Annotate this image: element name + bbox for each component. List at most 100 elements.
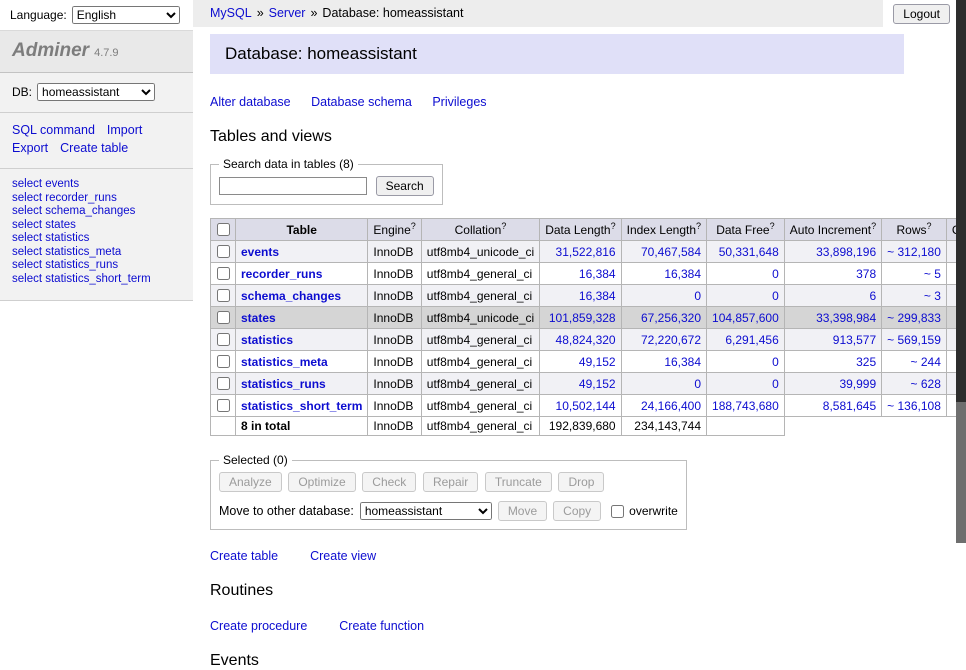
- search-input[interactable]: [219, 177, 367, 195]
- move-button[interactable]: Move: [498, 501, 547, 521]
- sidebar-item-select-recorder-runs[interactable]: select recorder_runs: [12, 192, 181, 206]
- table-name-link[interactable]: statistics: [241, 333, 293, 347]
- language-select[interactable]: English: [72, 6, 180, 24]
- table-name-link[interactable]: schema_changes: [241, 289, 341, 303]
- create-function-link[interactable]: Create function: [339, 619, 424, 633]
- help-icon[interactable]: ?: [501, 221, 506, 231]
- auto-increment-link[interactable]: 378: [856, 267, 876, 281]
- index-length-link[interactable]: 72,220,672: [641, 333, 701, 347]
- optimize-button[interactable]: Optimize: [288, 472, 355, 492]
- data-free-link[interactable]: 0: [772, 289, 779, 303]
- auto-increment-link[interactable]: 6: [869, 289, 876, 303]
- rows-count-link[interactable]: ~ 312,180: [887, 245, 941, 259]
- sidebar-item-select-events[interactable]: select events: [12, 178, 181, 192]
- breadcrumb-mysql-link[interactable]: MySQL: [210, 6, 252, 20]
- database-schema-link[interactable]: Database schema: [311, 95, 412, 109]
- help-icon[interactable]: ?: [927, 221, 932, 231]
- table-name-link[interactable]: statistics_short_term: [241, 399, 362, 413]
- create-table-link-main[interactable]: Create table: [210, 549, 278, 563]
- data-free-link[interactable]: 0: [772, 267, 779, 281]
- data-length-link[interactable]: 48,824,320: [556, 333, 616, 347]
- column-header-table[interactable]: Table: [236, 219, 368, 241]
- privileges-link[interactable]: Privileges: [432, 95, 486, 109]
- index-length-link[interactable]: 67,256,320: [641, 311, 701, 325]
- row-checkbox[interactable]: [217, 245, 230, 258]
- data-free-link[interactable]: 0: [772, 355, 779, 369]
- auto-increment-link[interactable]: 33,398,984: [816, 311, 876, 325]
- index-length-link[interactable]: 70,467,584: [641, 245, 701, 259]
- data-length-link[interactable]: 49,152: [579, 377, 616, 391]
- column-header-collation[interactable]: Collation?: [421, 219, 539, 241]
- auto-increment-link[interactable]: 8,581,645: [823, 399, 876, 413]
- data-free-link[interactable]: 0: [772, 377, 779, 391]
- column-header-data-length[interactable]: Data Length?: [540, 219, 621, 241]
- help-icon[interactable]: ?: [411, 221, 416, 231]
- row-checkbox[interactable]: [217, 333, 230, 346]
- create-procedure-link[interactable]: Create procedure: [210, 619, 307, 633]
- rows-count-link[interactable]: ~ 569,159: [887, 333, 941, 347]
- app-version[interactable]: 4.7.9: [94, 47, 118, 59]
- sidebar-item-select-states[interactable]: select states: [12, 219, 181, 233]
- copy-button[interactable]: Copy: [553, 501, 601, 521]
- index-length-link[interactable]: 24,166,400: [641, 399, 701, 413]
- data-free-link[interactable]: 50,331,648: [719, 245, 779, 259]
- rows-count-link[interactable]: ~ 136,108: [887, 399, 941, 413]
- data-length-link[interactable]: 31,522,816: [556, 245, 616, 259]
- table-name-link[interactable]: events: [241, 245, 279, 259]
- table-name-link[interactable]: states: [241, 311, 276, 325]
- sql-command-link[interactable]: SQL command: [12, 123, 95, 137]
- index-length-link[interactable]: 0: [694, 289, 701, 303]
- column-header-data-free[interactable]: Data Free?: [707, 219, 785, 241]
- rows-count-link[interactable]: ~ 5: [924, 267, 941, 281]
- column-header-engine[interactable]: Engine?: [368, 219, 421, 241]
- table-name-link[interactable]: recorder_runs: [241, 267, 322, 281]
- scrollbar[interactable]: [956, 0, 966, 543]
- help-icon[interactable]: ?: [611, 221, 616, 231]
- index-length-link[interactable]: 16,384: [664, 355, 701, 369]
- db-select[interactable]: homeassistant: [37, 83, 155, 101]
- column-header-index-length[interactable]: Index Length?: [621, 219, 706, 241]
- data-free-link[interactable]: 104,857,600: [712, 311, 779, 325]
- row-checkbox[interactable]: [217, 399, 230, 412]
- help-icon[interactable]: ?: [770, 221, 775, 231]
- select-all-checkbox[interactable]: [217, 223, 230, 236]
- create-table-link[interactable]: Create table: [60, 141, 128, 155]
- auto-increment-link[interactable]: 33,898,196: [816, 245, 876, 259]
- row-checkbox[interactable]: [217, 267, 230, 280]
- auto-increment-link[interactable]: 325: [856, 355, 876, 369]
- data-length-link[interactable]: 101,859,328: [549, 311, 616, 325]
- scrollbar-thumb[interactable]: [956, 0, 966, 402]
- export-link[interactable]: Export: [12, 141, 48, 155]
- sidebar-item-select-schema-changes[interactable]: select schema_changes: [12, 205, 181, 219]
- help-icon[interactable]: ?: [696, 221, 701, 231]
- row-checkbox[interactable]: [217, 311, 230, 324]
- index-length-link[interactable]: 0: [694, 377, 701, 391]
- data-free-link[interactable]: 188,743,680: [712, 399, 779, 413]
- index-length-link[interactable]: 16,384: [664, 267, 701, 281]
- rows-count-link[interactable]: ~ 244: [911, 355, 941, 369]
- auto-increment-link[interactable]: 913,577: [833, 333, 876, 347]
- rows-count-link[interactable]: ~ 299,833: [887, 311, 941, 325]
- sidebar-item-select-statistics-short-term[interactable]: select statistics_short_term: [12, 273, 181, 287]
- row-checkbox[interactable]: [217, 355, 230, 368]
- table-name-link[interactable]: statistics_runs: [241, 377, 326, 391]
- sidebar-item-select-statistics[interactable]: select statistics: [12, 232, 181, 246]
- check-button[interactable]: Check: [362, 472, 416, 492]
- help-icon[interactable]: ?: [871, 221, 876, 231]
- column-header-rows[interactable]: Rows?: [882, 219, 947, 241]
- data-length-link[interactable]: 16,384: [579, 289, 616, 303]
- rows-count-link[interactable]: ~ 628: [911, 377, 941, 391]
- auto-increment-link[interactable]: 39,999: [839, 377, 876, 391]
- data-free-link[interactable]: 6,291,456: [725, 333, 778, 347]
- table-name-link[interactable]: statistics_meta: [241, 355, 328, 369]
- repair-button[interactable]: Repair: [423, 472, 478, 492]
- overwrite-checkbox[interactable]: [611, 505, 624, 518]
- import-link[interactable]: Import: [107, 123, 142, 137]
- row-checkbox[interactable]: [217, 289, 230, 302]
- data-length-link[interactable]: 49,152: [579, 355, 616, 369]
- data-length-link[interactable]: 10,502,144: [556, 399, 616, 413]
- row-checkbox[interactable]: [217, 377, 230, 390]
- create-view-link[interactable]: Create view: [310, 549, 376, 563]
- truncate-button[interactable]: Truncate: [485, 472, 552, 492]
- sidebar-item-select-statistics-runs[interactable]: select statistics_runs: [12, 259, 181, 273]
